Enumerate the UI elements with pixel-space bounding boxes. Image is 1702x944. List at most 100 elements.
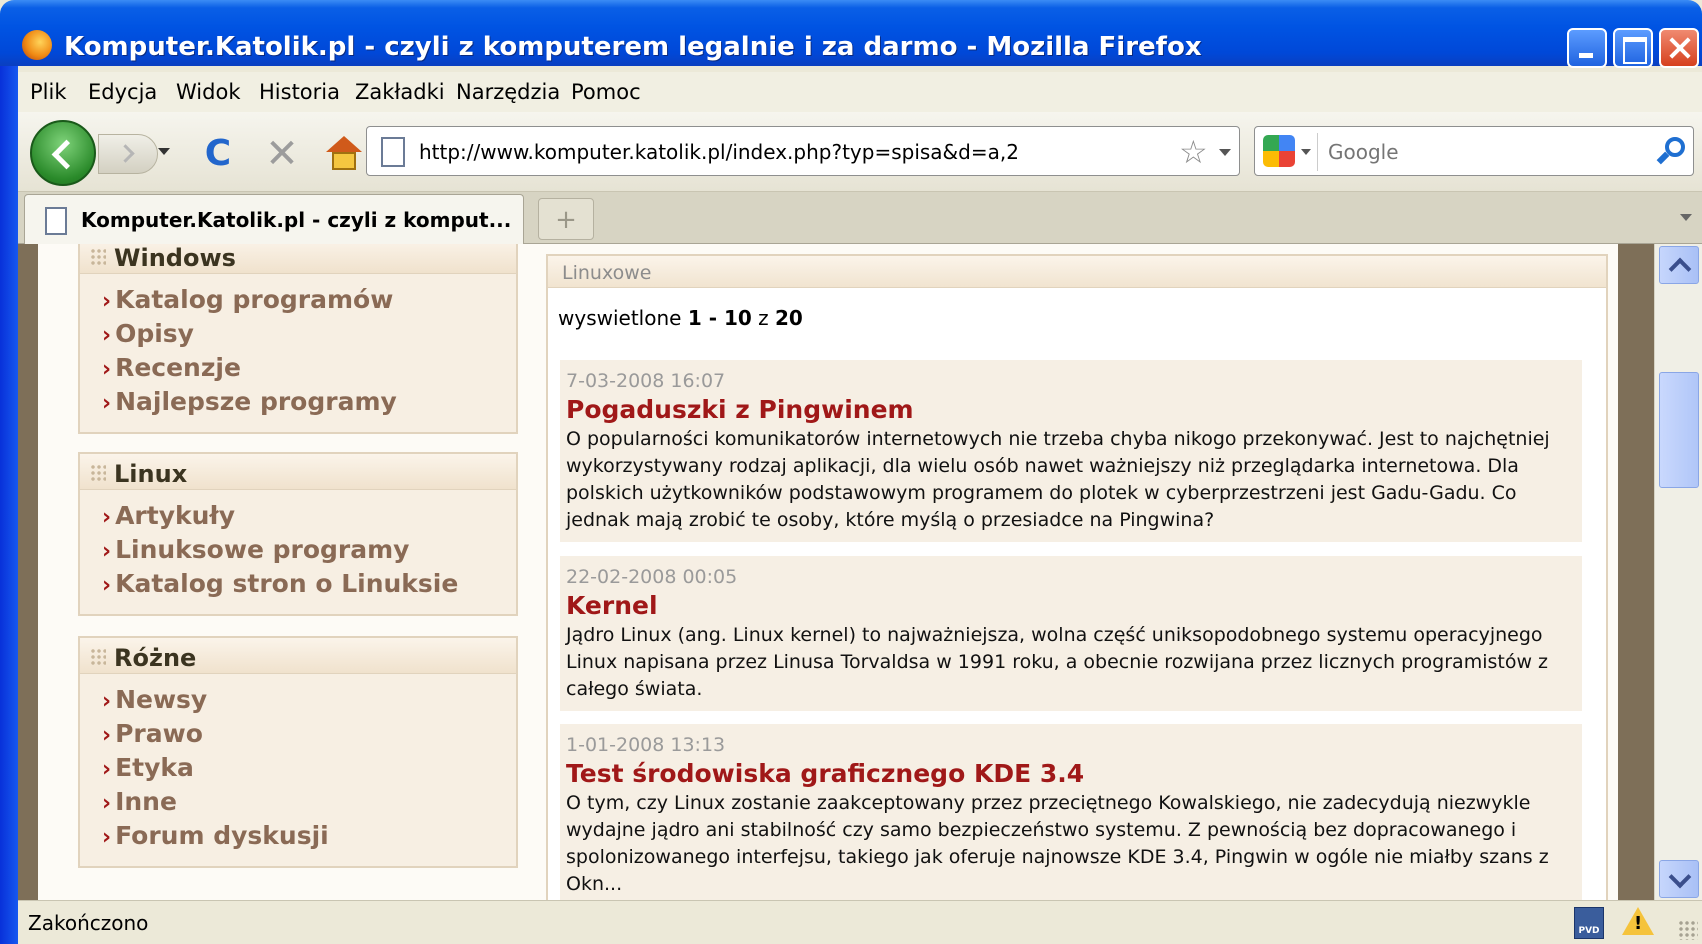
arrow-icon: › (102, 357, 112, 382)
stop-button[interactable]: ✕ (260, 132, 304, 176)
browser-window: Komputer.Katolik.pl - czyli z komputerem… (0, 0, 1702, 944)
arrow-icon: › (102, 391, 112, 416)
close-button[interactable] (1659, 28, 1699, 68)
arrow-icon: › (102, 791, 112, 816)
sidebar-box-rozne: Różne › Newsy › Prawo › Etyka › Inne › Forum … (78, 636, 518, 868)
sidebar-link[interactable]: › Katalog programów (102, 284, 494, 318)
menu-zakladki[interactable]: Zakładki (355, 80, 445, 104)
menu-narzedzia[interactable]: Narzędzia (456, 80, 560, 104)
arrow-icon: › (102, 757, 112, 782)
resize-grip-icon[interactable] (1678, 920, 1698, 940)
article-item: 22-02-2008 00:05 Kernel Jądro Linux (ang… (560, 556, 1582, 711)
article-excerpt: O popularności komunikatorów internetowy… (566, 428, 1550, 531)
forward-button[interactable] (98, 134, 158, 174)
sidebar-list: › Newsy › Prawo › Etyka › Inne › Forum dyskus… (80, 674, 516, 866)
minimize-button[interactable] (1567, 28, 1607, 68)
sidebar-link[interactable]: › Linuksowe programy (102, 534, 494, 568)
sidebar-link[interactable]: › Prawo (102, 718, 494, 752)
window-title: Komputer.Katolik.pl - czyli z komputerem… (64, 32, 1202, 62)
search-icon[interactable] (1655, 135, 1687, 167)
url-history-dropdown-icon[interactable] (1219, 149, 1231, 156)
search-input[interactable] (1317, 133, 1617, 171)
menu-plik[interactable]: Plik (30, 80, 67, 104)
arrow-icon: › (102, 723, 112, 748)
status-bar: Zakończono PVD (18, 900, 1702, 944)
url-text[interactable]: http://www.komputer.katolik.pl/index.php… (419, 140, 1019, 164)
sidebar-box-linux: Linux › Artykuły › Linuksowe programy › Kat… (78, 452, 518, 616)
page-icon (45, 207, 67, 235)
article-title-link[interactable]: Test środowiska graficznego KDE 3.4 (566, 758, 1576, 790)
tab-label: Komputer.Katolik.pl - czyli z komput... (81, 208, 512, 232)
grip-icon (90, 648, 106, 666)
history-dropdown-icon[interactable] (158, 148, 170, 155)
menu-bar: Plik Edycja Widok Historia Zakładki Narz… (18, 72, 1702, 112)
page-content: Windows › Katalog programów › Opisy › Recen… (38, 244, 1618, 900)
search-engine-dropdown-icon[interactable] (1301, 149, 1311, 155)
arrow-icon: › (102, 573, 112, 598)
menu-edycja[interactable]: Edycja (88, 80, 157, 104)
article-item: 7-03-2008 16:07 Pogaduszki z Pingwinem O… (560, 360, 1582, 542)
article-item: 1-01-2008 13:13 Test środowiska graficzn… (560, 724, 1582, 900)
arrow-icon: › (102, 825, 112, 850)
home-button[interactable] (324, 134, 364, 174)
sidebar-link[interactable]: › Najlepsze programy (102, 386, 494, 420)
sidebar-box-windows: Windows › Katalog programów › Opisy › Recen… (78, 244, 518, 434)
address-bar[interactable]: http://www.komputer.katolik.pl/index.php… (366, 126, 1240, 176)
sidebar-list: › Katalog programów › Opisy › Recenzje › Naj… (80, 274, 516, 432)
sidebar-title: Windows (114, 244, 236, 272)
sidebar-title: Linux (114, 460, 188, 488)
sidebar-link[interactable]: › Recenzje (102, 352, 494, 386)
sidebar-link[interactable]: › Newsy (102, 684, 494, 718)
warning-icon[interactable] (1622, 907, 1654, 935)
pvd-addon-icon[interactable]: PVD (1574, 907, 1604, 939)
article-excerpt: O tym, czy Linux zostanie zaakceptowany … (566, 792, 1549, 895)
scroll-thumb[interactable] (1659, 372, 1699, 488)
scroll-up-button[interactable] (1659, 246, 1699, 284)
grip-icon (90, 464, 106, 482)
main-panel: Linuxowe wyswietlone 1 - 10 z 20 7-03-20… (546, 254, 1608, 900)
sidebar-title: Różne (114, 644, 197, 672)
vertical-scrollbar[interactable] (1654, 244, 1702, 900)
menu-widok[interactable]: Widok (176, 80, 240, 104)
sidebar-link[interactable]: › Opisy (102, 318, 494, 352)
tab-active[interactable]: Komputer.Katolik.pl - czyli z komput... (24, 194, 524, 244)
article-title-link[interactable]: Pogaduszki z Pingwinem (566, 394, 1576, 426)
bookmark-star-icon[interactable]: ☆ (1179, 133, 1208, 171)
back-button[interactable] (30, 120, 96, 186)
grip-icon (90, 248, 106, 266)
article-date: 7-03-2008 16:07 (566, 370, 726, 392)
article-date: 1-01-2008 13:13 (566, 734, 726, 756)
arrow-icon: › (102, 323, 112, 348)
navigation-toolbar: C ✕ http://www.komputer.katolik.pl/index… (18, 112, 1702, 192)
scroll-down-button[interactable] (1659, 860, 1699, 898)
page-icon (381, 137, 405, 167)
sidebar-link[interactable]: › Inne (102, 786, 494, 820)
sidebar-list: › Artykuły › Linuksowe programy › Katalog s… (80, 490, 516, 614)
search-bar (1254, 126, 1694, 176)
firefox-icon (22, 30, 52, 60)
sidebar-link[interactable]: › Artykuły (102, 500, 494, 534)
menu-pomoc[interactable]: Pomoc (571, 80, 641, 104)
tab-strip: Komputer.Katolik.pl - czyli z komput... … (18, 192, 1702, 244)
menu-historia[interactable]: Historia (259, 80, 340, 104)
maximize-button[interactable] (1613, 28, 1653, 68)
sidebar-link[interactable]: › Katalog stron o Linuksie (102, 568, 494, 602)
window-frame-left (0, 66, 18, 944)
home-icon (326, 136, 362, 152)
arrow-icon: › (102, 689, 112, 714)
article-excerpt: Jądro Linux (ang. Linux kernel) to najwa… (566, 624, 1549, 700)
section-label: Linuxowe (562, 262, 652, 284)
tab-list-icon[interactable] (1674, 206, 1698, 230)
status-text: Zakończono (28, 911, 149, 935)
reload-button[interactable]: C (196, 132, 240, 176)
page-viewport: Windows › Katalog programów › Opisy › Recen… (18, 244, 1672, 900)
article-title-link[interactable]: Kernel (566, 590, 1576, 622)
new-tab-button[interactable]: + (538, 198, 594, 240)
arrow-icon: › (102, 505, 112, 530)
sidebar-link[interactable]: › Etyka (102, 752, 494, 786)
arrow-icon: › (102, 289, 112, 314)
search-engine-icon[interactable] (1263, 135, 1295, 167)
sidebar-link[interactable]: › Forum dyskusji (102, 820, 494, 854)
title-bar[interactable]: Komputer.Katolik.pl - czyli z komputerem… (0, 0, 1702, 68)
article-date: 22-02-2008 00:05 (566, 566, 738, 588)
